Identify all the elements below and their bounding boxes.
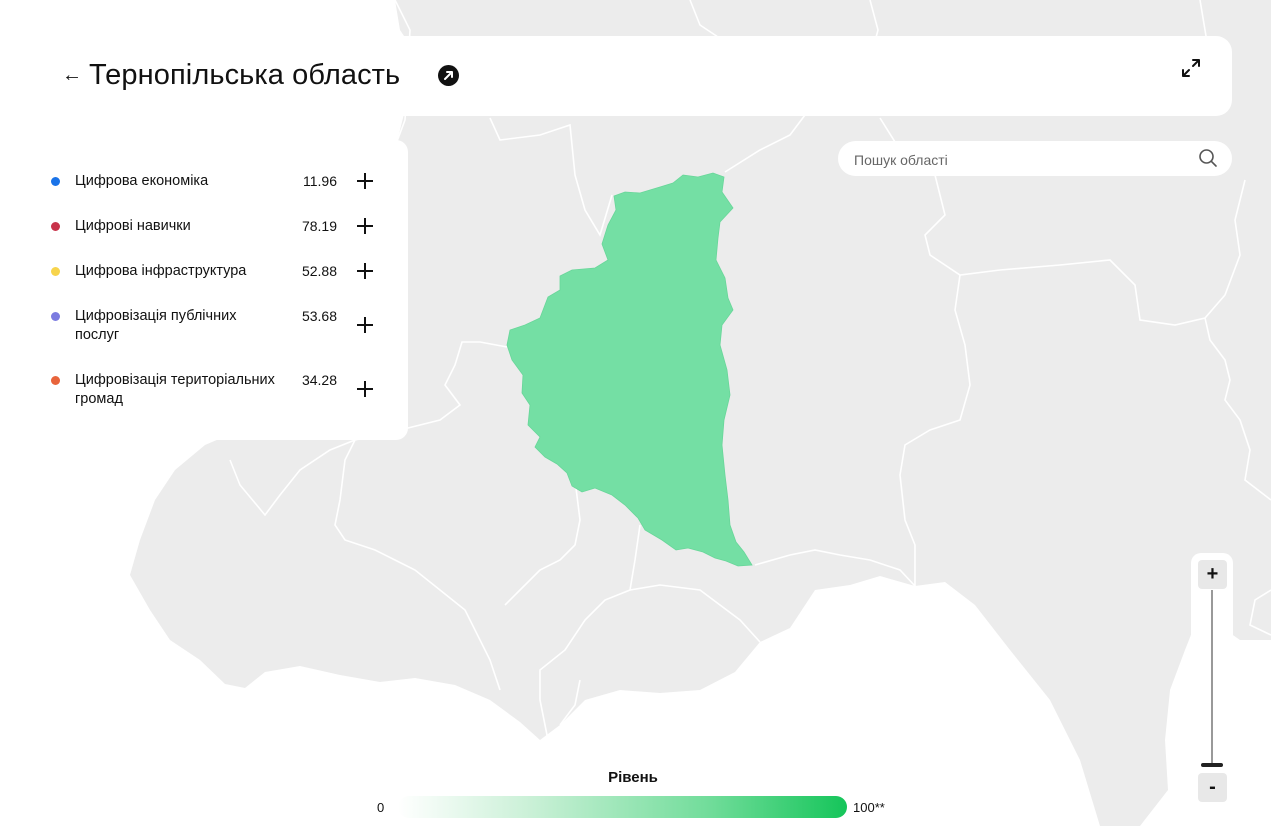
indicator-dot	[51, 177, 60, 186]
legend-min-label: 0	[377, 800, 385, 815]
plus-icon[interactable]	[357, 173, 373, 189]
legend-max-label: 100**	[853, 800, 885, 815]
indicator-label: Цифрова інфраструктура	[75, 263, 247, 279]
zoom-out-button[interactable]: -	[1198, 773, 1227, 802]
zoom-slider-handle[interactable]	[1201, 763, 1223, 767]
indicator-label: Цифрові навички	[75, 218, 191, 234]
plus-icon[interactable]	[357, 317, 373, 333]
external-link-icon[interactable]	[438, 65, 459, 86]
search-input[interactable]	[852, 149, 1186, 171]
indicator-value: 52.88	[301, 263, 337, 279]
indicator-dot	[51, 267, 60, 276]
indicator-value: 53.68	[301, 308, 337, 324]
back-arrow-icon[interactable]: ←	[62, 63, 82, 87]
plus-icon[interactable]	[357, 381, 373, 397]
legend-title: Рівень	[608, 769, 658, 786]
expand-arrows-icon[interactable]	[1180, 57, 1202, 79]
zoom-slider-track[interactable]	[1211, 590, 1213, 765]
search-box	[838, 141, 1232, 176]
indicator-dot	[51, 222, 60, 231]
indicator-label: Цифровізація публічних послуг	[75, 308, 237, 343]
indicator-label: Цифрова економіка	[75, 173, 209, 189]
indicator-label: Цифровізація територіальних громад	[75, 372, 275, 407]
plus-icon[interactable]	[357, 218, 373, 234]
indicator-dot	[51, 312, 60, 321]
legend-gradient-bar	[398, 796, 847, 818]
plus-icon[interactable]	[357, 263, 373, 279]
search-icon[interactable]	[1198, 148, 1218, 168]
page-title: Тернопільська область	[89, 59, 401, 91]
indicator-dot	[51, 376, 60, 385]
zoom-in-button[interactable]: +	[1198, 560, 1227, 589]
indicator-value: 11.96	[303, 173, 337, 189]
indicator-value: 78.19	[301, 218, 337, 234]
indicator-value: 34.28	[301, 372, 337, 388]
